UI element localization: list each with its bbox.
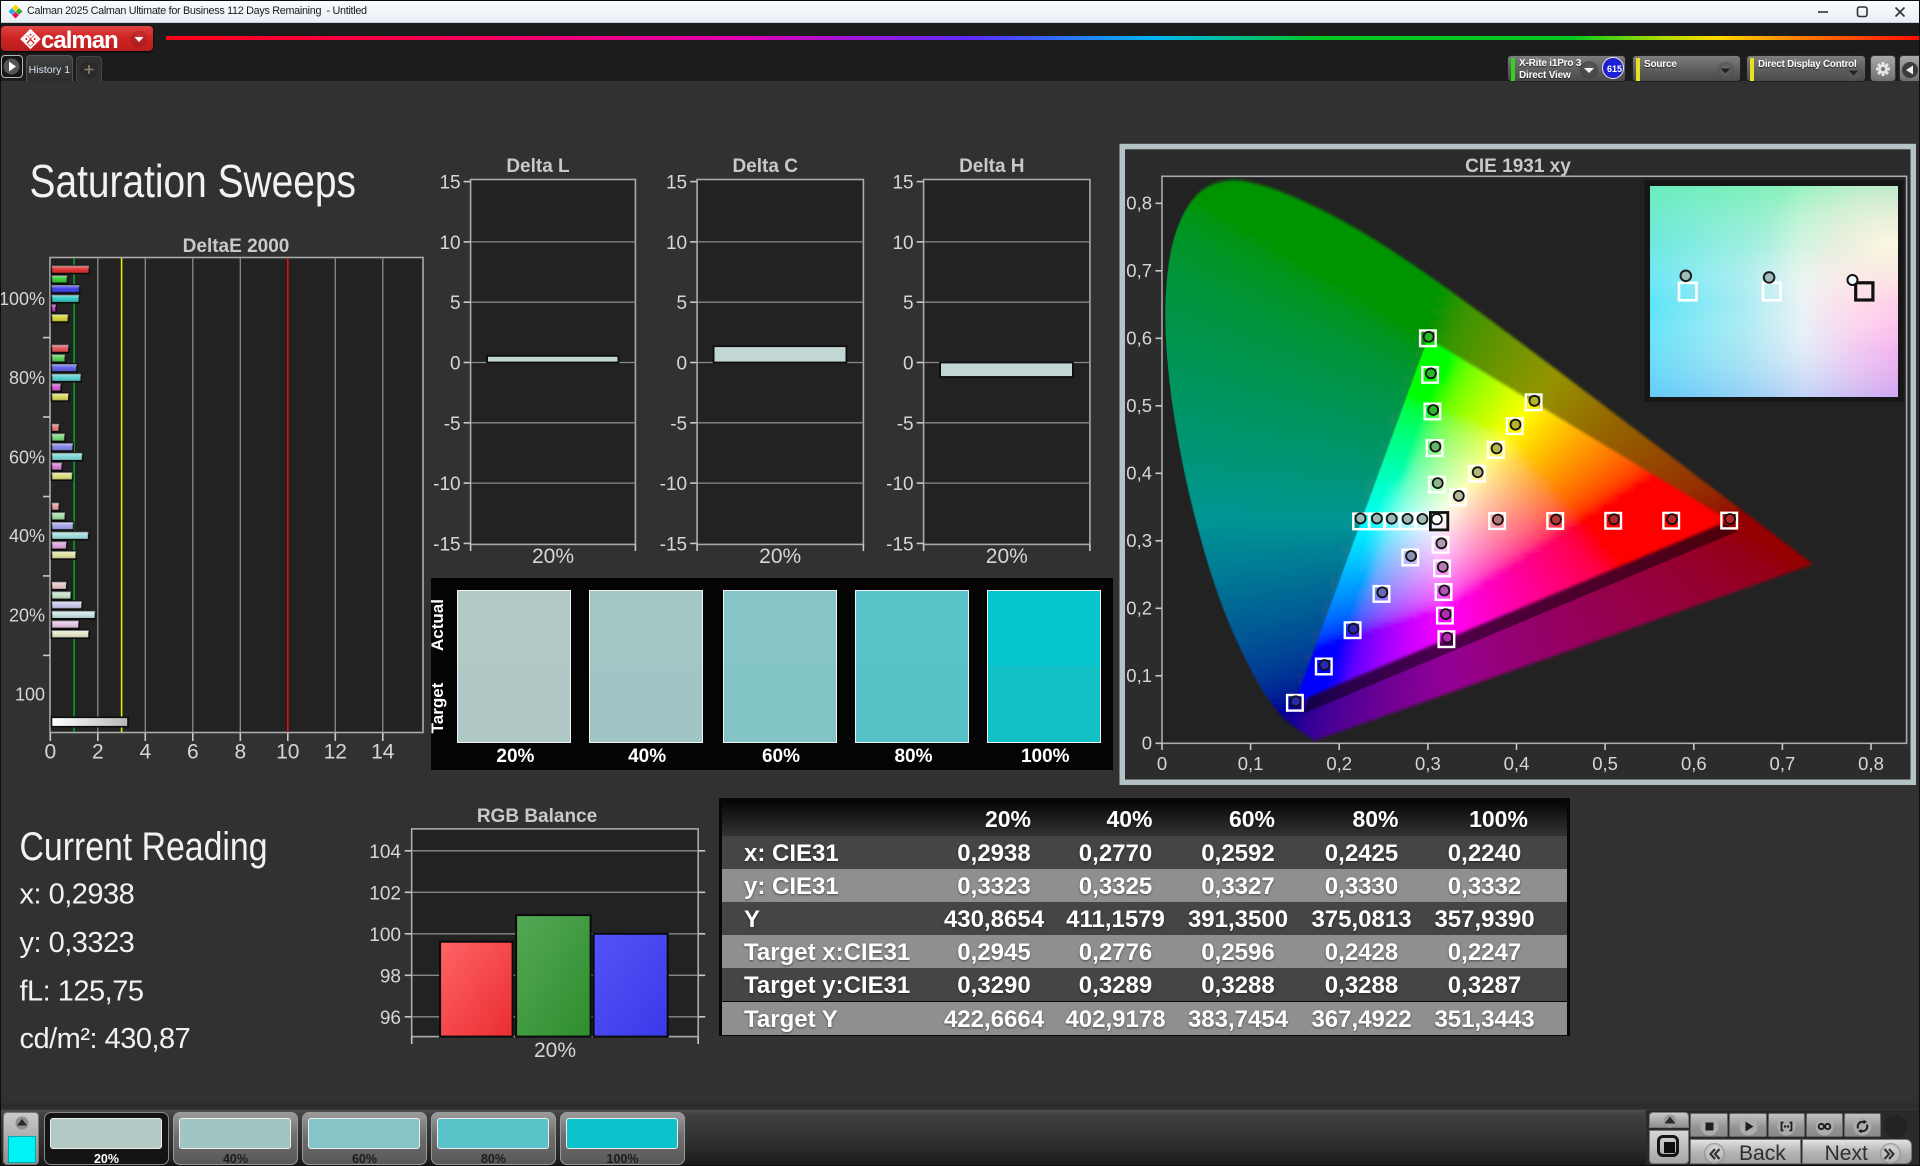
- svg-text:0,5: 0,5: [1126, 395, 1152, 416]
- svg-text:104: 104: [369, 842, 401, 863]
- svg-text:0,6: 0,6: [1681, 753, 1707, 774]
- svg-text:CIE 1931 xy: CIE 1931 xy: [1465, 156, 1571, 177]
- svg-text:0,1: 0,1: [1126, 665, 1152, 686]
- svg-text:20%: 20%: [534, 1039, 576, 1062]
- svg-text:0,6: 0,6: [1126, 327, 1152, 348]
- svg-text:0,5: 0,5: [1592, 753, 1618, 774]
- svg-text:98: 98: [380, 966, 401, 987]
- svg-text:0,3: 0,3: [1415, 753, 1441, 774]
- svg-text:96: 96: [380, 1008, 401, 1029]
- svg-text:0,3: 0,3: [1126, 530, 1152, 551]
- svg-text:0,7: 0,7: [1770, 753, 1796, 774]
- svg-text:0: 0: [1157, 753, 1167, 774]
- svg-text:102: 102: [369, 883, 401, 904]
- svg-text:0,8: 0,8: [1126, 192, 1152, 213]
- svg-text:0,4: 0,4: [1504, 753, 1530, 774]
- svg-text:0,4: 0,4: [1126, 462, 1152, 483]
- svg-text:0,7: 0,7: [1126, 260, 1152, 281]
- svg-text:0,1: 0,1: [1238, 753, 1264, 774]
- svg-text:0,8: 0,8: [1858, 753, 1884, 774]
- svg-text:0,2: 0,2: [1326, 753, 1352, 774]
- svg-text:0,2: 0,2: [1126, 597, 1152, 618]
- svg-text:0: 0: [1142, 732, 1152, 753]
- svg-text:100: 100: [369, 925, 401, 946]
- svg-text:RGB Balance: RGB Balance: [477, 806, 597, 827]
